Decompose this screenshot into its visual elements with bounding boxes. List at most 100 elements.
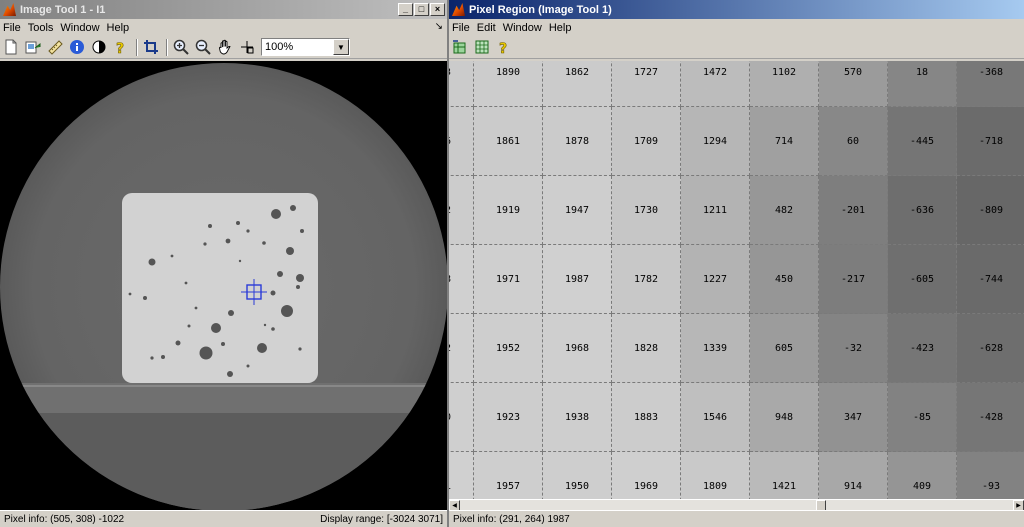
pixel-value-cell: 1890 bbox=[474, 61, 543, 107]
pixel-value-cell: -809 bbox=[957, 176, 1024, 245]
zoom-value: 100% bbox=[265, 41, 294, 53]
new-figure-icon[interactable] bbox=[1, 38, 20, 57]
minimize-button[interactable]: _ bbox=[398, 3, 413, 16]
pixel-value-cell: 1952 bbox=[474, 314, 543, 383]
svg-text:?: ? bbox=[499, 41, 507, 55]
pixel-value-cell: 1968 bbox=[543, 314, 612, 383]
image-tool-window: Image Tool 1 - I1 _ □ × File Tools Windo… bbox=[0, 0, 447, 527]
export-icon[interactable] bbox=[23, 38, 42, 57]
pixel-value-cell: -428 bbox=[957, 383, 1024, 452]
menu-tools[interactable]: Tools bbox=[27, 22, 60, 34]
pixel-value-cell: 1873 bbox=[449, 61, 474, 107]
menu-window[interactable]: Window bbox=[59, 22, 105, 34]
pixel-value-cell: 1472 bbox=[681, 61, 750, 107]
pixel-grid: 18731890186217271472110257018-368 1836186… bbox=[449, 61, 1024, 499]
pixel-value-cell: 948 bbox=[750, 383, 819, 452]
pixel-region-toolbar: ? bbox=[449, 36, 1024, 59]
image-display[interactable] bbox=[0, 61, 447, 510]
zoom-level-select[interactable]: 100% ▼ bbox=[261, 38, 350, 56]
pixel-value-cell: 1988 bbox=[449, 245, 474, 314]
dock-arrow-icon[interactable]: ↘ bbox=[435, 21, 443, 32]
sample-block bbox=[122, 193, 318, 383]
pixel-value-cell: 1211 bbox=[681, 176, 750, 245]
pixel-value-cell: 1950 bbox=[543, 452, 612, 499]
toolbar-separator bbox=[166, 38, 168, 56]
pixel-value-cell: 1709 bbox=[612, 107, 681, 176]
menu-help[interactable]: Help bbox=[548, 22, 578, 34]
pixel-value-cell: 1421 bbox=[750, 452, 819, 499]
pixel-value-cell: 1294 bbox=[681, 107, 750, 176]
pixel-region-window: Pixel Region (Image Tool 1) File Edit Wi… bbox=[449, 0, 1024, 527]
pan-hand-icon[interactable] bbox=[215, 38, 234, 57]
pixel-value-cell: -636 bbox=[888, 176, 957, 245]
matlab-logo-icon bbox=[452, 3, 465, 16]
pixel-info-text: Pixel info: (505, 308) -1022 bbox=[4, 513, 125, 525]
maximize-button[interactable]: □ bbox=[414, 3, 429, 16]
pixel-value-cell: -605 bbox=[888, 245, 957, 314]
window-title: Pixel Region (Image Tool 1) bbox=[469, 3, 612, 16]
pixel-value-cell: 2002 bbox=[449, 314, 474, 383]
chevron-down-icon[interactable]: ▼ bbox=[333, 39, 349, 55]
pixel-value-cell: 1809 bbox=[681, 452, 750, 499]
pixel-value-cell: 570 bbox=[819, 61, 888, 107]
pixel-value-cell: -718 bbox=[957, 107, 1024, 176]
copy-position-icon[interactable] bbox=[450, 38, 469, 57]
pixel-value-cell: 18 bbox=[888, 61, 957, 107]
pixel-value-cell: 1836 bbox=[449, 107, 474, 176]
svg-text:?: ? bbox=[116, 41, 124, 55]
pixel-value-cell: 1227 bbox=[681, 245, 750, 314]
window-title: Image Tool 1 - I1 bbox=[20, 3, 106, 16]
close-button[interactable]: × bbox=[430, 3, 445, 16]
pixel-value-grid[interactable]: 18731890186217271472110257018-368 1836186… bbox=[449, 61, 1024, 499]
pixel-value-cell: 1782 bbox=[612, 245, 681, 314]
measure-distance-icon[interactable] bbox=[45, 38, 64, 57]
pixel-value-cell: 60 bbox=[819, 107, 888, 176]
pixel-value-cell: 1727 bbox=[612, 61, 681, 107]
pixel-value-cell: 450 bbox=[750, 245, 819, 314]
pixel-value-cell: 1923 bbox=[474, 383, 543, 452]
pixel-value-cell: 1861 bbox=[474, 107, 543, 176]
pixel-region-titlebar[interactable]: Pixel Region (Image Tool 1) bbox=[449, 0, 1024, 19]
pixel-value-cell: -628 bbox=[957, 314, 1024, 383]
display-range-text: Display range: [-3024 3071] bbox=[320, 513, 443, 525]
menu-bar: File Tools Window Help ↘ bbox=[0, 19, 447, 36]
zoom-out-icon[interactable] bbox=[193, 38, 212, 57]
help-icon[interactable]: ? bbox=[111, 38, 130, 57]
pixel-value-cell: 347 bbox=[819, 383, 888, 452]
image-info-icon[interactable] bbox=[67, 38, 86, 57]
pixel-value-cell: 482 bbox=[750, 176, 819, 245]
pixel-value-cell: 1987 bbox=[543, 245, 612, 314]
crop-icon[interactable] bbox=[141, 38, 160, 57]
image-tool-statusbar: Pixel info: (505, 308) -1022 Display ran… bbox=[0, 510, 447, 527]
pixel-value-cell: 1730 bbox=[612, 176, 681, 245]
pixel-value-cell: 1980 bbox=[449, 383, 474, 452]
pixel-value-cell: 1546 bbox=[681, 383, 750, 452]
pixel-value-cell: -368 bbox=[957, 61, 1024, 107]
menu-file[interactable]: File bbox=[3, 22, 27, 34]
pixel-value-cell: 2011 bbox=[449, 452, 474, 499]
pixel-value-cell: 1102 bbox=[750, 61, 819, 107]
horizontal-scrollbar[interactable]: ◀ ▶ bbox=[449, 499, 1024, 511]
pixel-value-cell: 1971 bbox=[474, 245, 543, 314]
pixel-value-cell: 1957 bbox=[474, 452, 543, 499]
toolbar-separator bbox=[136, 38, 138, 56]
pixel-value-cell: -217 bbox=[819, 245, 888, 314]
pixel-region-icon[interactable] bbox=[237, 38, 256, 57]
menu-window[interactable]: Window bbox=[502, 22, 548, 34]
pixel-value-cell: -423 bbox=[888, 314, 957, 383]
pixel-value-cell: 409 bbox=[888, 452, 957, 499]
help-icon[interactable]: ? bbox=[494, 38, 513, 57]
pixel-value-cell: 1947 bbox=[543, 176, 612, 245]
pixel-table-icon[interactable] bbox=[472, 38, 491, 57]
pixel-value-cell: -85 bbox=[888, 383, 957, 452]
menu-file[interactable]: File bbox=[452, 22, 476, 34]
matlab-logo-icon bbox=[3, 3, 16, 16]
pixel-value-cell: 605 bbox=[750, 314, 819, 383]
pixel-value-cell: 714 bbox=[750, 107, 819, 176]
menu-edit[interactable]: Edit bbox=[476, 22, 502, 34]
image-tool-titlebar[interactable]: Image Tool 1 - I1 _ □ × bbox=[0, 0, 447, 19]
menu-help[interactable]: Help bbox=[106, 22, 136, 34]
adjust-contrast-icon[interactable] bbox=[89, 38, 108, 57]
ct-scan-image[interactable] bbox=[0, 61, 447, 510]
zoom-in-icon[interactable] bbox=[171, 38, 190, 57]
